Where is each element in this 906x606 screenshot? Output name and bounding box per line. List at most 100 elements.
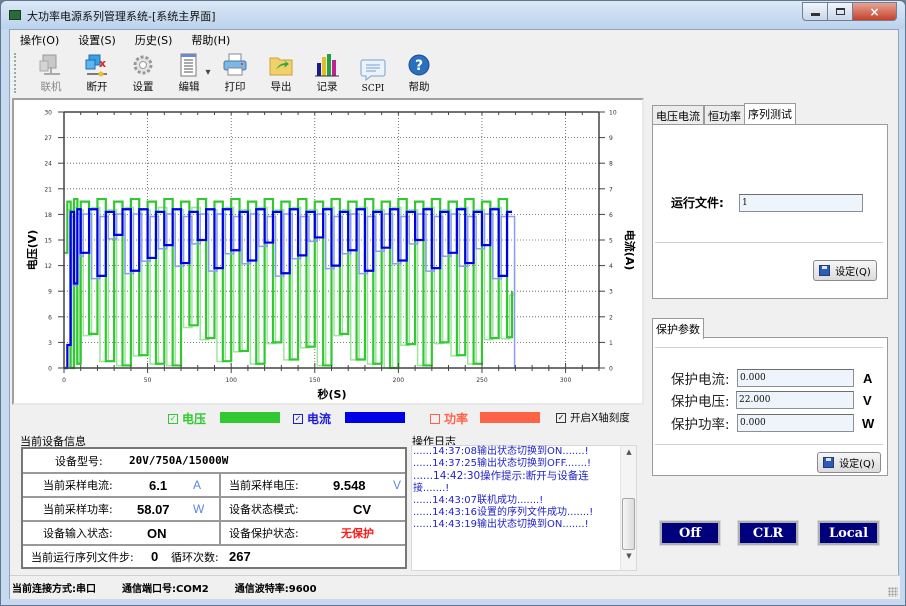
y2-axis-label: 电流(A) — [623, 230, 637, 271]
x-tick-label: 300 — [560, 377, 572, 384]
current-checkbox[interactable]: ✓ — [293, 413, 303, 424]
scroll-up-arrow-icon[interactable]: ▲ — [621, 448, 637, 464]
protect-power-label: 保护功率: — [671, 417, 730, 433]
comm-port: 通信端口号:COM2 — [122, 584, 209, 595]
tab-protection-params[interactable]: 保护参数 — [652, 318, 704, 339]
sequence-step-label: 当前运行序列文件步: — [31, 550, 134, 564]
chart-legend: ✓ 电压 ✓ 电流 功率 ✓ 开启X轴刻度 — [10, 408, 644, 426]
log-scrollbar[interactable]: ▲ ▼ — [620, 446, 636, 570]
x-axis-scale-toggle[interactable]: ✓ 开启X轴刻度 — [556, 410, 630, 425]
legend-power-label: 功率 — [444, 412, 469, 426]
client-area: 操作(O) 设置(S) 历史(S) 帮助(H) 联机 x 断开 设置 编辑 ▾ … — [9, 29, 900, 599]
export-folder-icon — [268, 53, 294, 77]
minimize-button[interactable] — [802, 2, 828, 21]
tab-voltage-current[interactable]: 电压电流 — [652, 105, 704, 124]
sequence-set-label: 设定(Q) — [835, 267, 871, 278]
menu-settings[interactable]: 设置(S) — [78, 32, 116, 48]
column-divider — [219, 522, 221, 544]
run-file-label: 运行文件: — [671, 196, 724, 210]
divider — [655, 242, 883, 244]
y-tick-label: 9 — [48, 289, 52, 296]
toolbar: 联机 x 断开 设置 编辑 ▾ 打印 导出 记录 SCPI ? 帮助 — [10, 50, 898, 96]
edit-dropdown-arrow[interactable]: ▾ — [204, 50, 212, 94]
log-line: 接.......! — [413, 482, 450, 494]
current-voltage-row: 当前采样电流: 6.1 A 当前采样电压: 9.548 V — [23, 474, 405, 498]
export-button[interactable]: 导出 — [258, 50, 304, 94]
list-edit-icon — [176, 53, 202, 77]
legend-voltage-swatch — [220, 412, 280, 423]
y-tick-label: 18 — [44, 212, 52, 219]
protect-state-value: 无保护 — [341, 527, 374, 540]
input-state-label: 设备输入状态: — [43, 527, 113, 540]
input-state-value: ON — [147, 525, 167, 541]
x-axis-scale-label: 开启X轴刻度 — [570, 412, 630, 424]
minimize-icon — [810, 12, 820, 16]
legend-voltage-label: 电压 — [182, 412, 207, 426]
scroll-thumb[interactable] — [622, 498, 635, 550]
close-button[interactable]: × — [853, 2, 897, 21]
model-label: 设备型号: — [55, 454, 103, 468]
x-tick-label: 100 — [225, 377, 237, 384]
operation-log[interactable]: ......14:37:08输出状态切换到ON.......! ......14… — [411, 445, 637, 571]
record-button[interactable]: 记录 — [304, 50, 350, 94]
protect-power-input[interactable] — [737, 414, 854, 432]
input-protect-row: 设备输入状态: ON 设备保护状态: 无保护 — [23, 522, 405, 546]
print-label: 打印 — [224, 81, 246, 93]
protection-body: 保护电流: A 保护电压: V 保护功率: W 设定(Q) — [652, 337, 888, 476]
scroll-down-arrow-icon[interactable]: ▼ — [621, 552, 637, 568]
voltage-checkbox[interactable]: ✓ — [168, 413, 178, 424]
tab-constant-power[interactable]: 恒功率 — [704, 105, 745, 124]
clr-button[interactable]: CLR — [737, 520, 799, 546]
print-button[interactable]: 打印 — [212, 50, 258, 94]
sampled-current-unit: A — [193, 478, 202, 492]
connect-button[interactable]: 联机 — [28, 50, 74, 94]
power-checkbox[interactable] — [430, 413, 440, 424]
protect-voltage-unit: V — [863, 393, 872, 408]
protection-set-label: 设定(Q) — [839, 459, 875, 470]
off-button[interactable]: Off — [659, 520, 721, 546]
model-value: 20V/750A/15000W — [129, 454, 229, 467]
menu-help[interactable]: 帮助(H) — [191, 32, 230, 48]
legend-current-toggle[interactable]: ✓ 电流 — [293, 410, 331, 427]
local-button[interactable]: Local — [817, 520, 880, 546]
protection-set-button[interactable]: 设定(Q) — [817, 452, 881, 473]
save-icon — [823, 457, 835, 468]
sampled-power-label: 当前采样功率: — [43, 503, 113, 516]
log-line: ......14:37:08输出状态切换到ON.......! — [413, 446, 589, 457]
y2-tick-label: 5 — [609, 238, 613, 245]
protect-current-input[interactable] — [737, 369, 854, 387]
run-file-input[interactable] — [739, 194, 863, 212]
x-axis-label: 秒(S) — [318, 387, 347, 401]
protect-voltage-input[interactable] — [736, 391, 854, 409]
y2-tick-label: 6 — [609, 212, 613, 219]
voltage-current-chart: 0369121518212427300123456789100 50 100 150 2… — [25, 110, 637, 402]
menu-operation[interactable]: 操作(O) — [20, 32, 59, 48]
disconnect-button[interactable]: x 断开 — [74, 50, 120, 94]
y2-tick-label: 0 — [609, 366, 613, 373]
y-tick-label: 0 — [48, 366, 52, 373]
menu-history[interactable]: 历史(S) — [135, 32, 173, 48]
settings-button[interactable]: 设置 — [120, 50, 166, 94]
mode-value: CV — [353, 501, 372, 517]
y2-tick-label: 3 — [609, 289, 613, 296]
x-axis-scale-checkbox[interactable]: ✓ — [556, 412, 566, 423]
tab-sequence-test[interactable]: 序列测试 — [744, 103, 796, 124]
window-title: 大功率电源系列管理系统-[系统主界面] — [27, 10, 216, 23]
chart-panel: 0 3 6 9 12 15 18 21 24 27 30 0 1 2 3 4 5 6 7 8 9 10 0 50 100 150 2… — [12, 98, 644, 405]
gear-icon — [130, 53, 156, 77]
legend-power-toggle[interactable]: 功率 — [430, 410, 468, 427]
protect-current-unit: A — [863, 371, 873, 386]
log-line: ......14:43:19输出状态切换到ON.......! — [413, 519, 589, 531]
resize-grip[interactable] — [888, 587, 898, 597]
scpi-button[interactable]: SCPI — [350, 50, 396, 94]
title-bar[interactable]: 大功率电源系列管理系统-[系统主界面] × — [1, 1, 905, 29]
sequence-set-button[interactable]: 设定(Q) — [813, 260, 877, 281]
help-button[interactable]: ? 帮助 — [396, 50, 442, 94]
y-tick-label: 27 — [44, 135, 52, 142]
connect-icon — [38, 53, 64, 77]
sequence-test-body: 运行文件: 设定(Q) — [652, 124, 888, 299]
legend-voltage-toggle[interactable]: ✓ 电压 — [168, 410, 206, 427]
maximize-button[interactable] — [828, 2, 853, 21]
toolbar-grip[interactable] — [14, 53, 18, 93]
scpi-label: SCPI — [361, 84, 385, 94]
